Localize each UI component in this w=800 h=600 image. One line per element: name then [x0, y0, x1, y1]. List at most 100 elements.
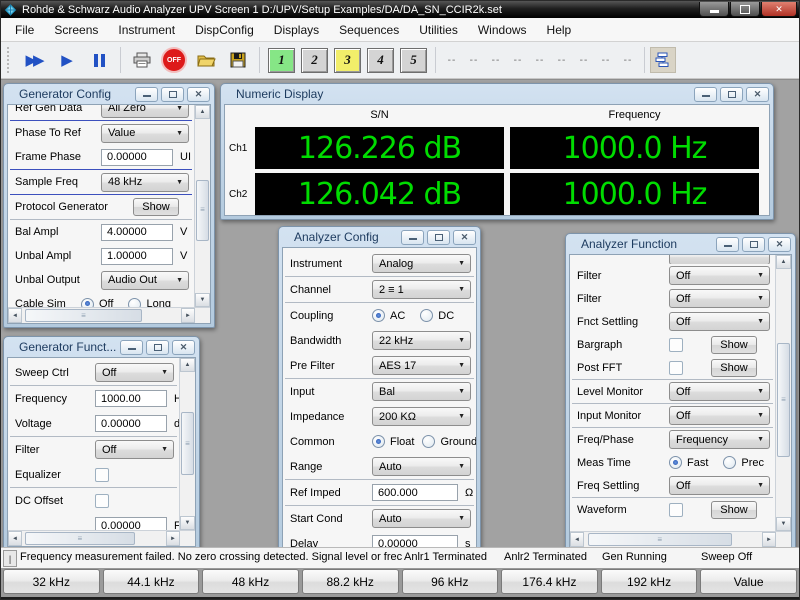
minimize-button[interactable]	[120, 340, 143, 355]
filter-1-dropdown[interactable]: Off ▼	[669, 266, 770, 285]
analyzer-function-titlebar[interactable]: Analyzer Function ✕	[569, 234, 792, 254]
generator-off-button[interactable]: OFF	[160, 47, 188, 73]
menu-utilities[interactable]: Utilities	[409, 20, 468, 40]
menu-displays[interactable]: Displays	[264, 20, 329, 40]
horizontal-scrollbar[interactable]: ◄ ≡ ►	[8, 530, 195, 546]
scroll-track[interactable]: ≡	[584, 532, 762, 547]
softkey-176-4khz[interactable]: 176.4 kHz	[501, 569, 598, 594]
save-setup-button[interactable]	[224, 47, 252, 73]
meas-time-prec-radio[interactable]: Prec	[723, 456, 764, 469]
softkey-44-1khz[interactable]: 44.1 kHz	[103, 569, 200, 594]
partial-dropdown[interactable]	[669, 255, 770, 264]
softkey-48khz[interactable]: 48 kHz	[202, 569, 299, 594]
menu-file[interactable]: File	[5, 20, 44, 40]
softkey-96khz[interactable]: 96 kHz	[402, 569, 499, 594]
screen-5-button[interactable]: 5	[400, 48, 427, 73]
menu-windows[interactable]: Windows	[468, 20, 537, 40]
screen-2-button[interactable]: 2	[301, 48, 328, 73]
status-grip-button[interactable]: |	[3, 550, 17, 567]
print-button[interactable]	[128, 47, 156, 73]
scroll-down-button[interactable]: ▼	[195, 293, 210, 307]
screen-4-button[interactable]: 4	[367, 48, 394, 73]
protocol-generator-show-button[interactable]: Show	[133, 198, 179, 216]
waveform-show-button[interactable]: Show	[711, 501, 757, 519]
scroll-thumb[interactable]: ≡	[25, 309, 141, 322]
app-maximize-button[interactable]	[730, 2, 760, 17]
scroll-track[interactable]: ≡	[195, 119, 210, 293]
scroll-track[interactable]: ≡	[22, 308, 181, 323]
menu-help[interactable]: Help	[537, 20, 582, 40]
impedance-dropdown[interactable]: 200 KΩ ▼	[372, 407, 471, 426]
scroll-track[interactable]: ≡	[22, 531, 166, 546]
delay-input[interactable]: 0.00000	[372, 535, 458, 547]
minimize-button[interactable]	[694, 87, 717, 102]
frequency-input[interactable]: 1000.00	[95, 390, 167, 407]
horizontal-scrollbar[interactable]: ◄ ≡ ►	[570, 531, 791, 547]
minimize-button[interactable]	[135, 87, 158, 102]
coupling-ac-radio[interactable]: AC	[372, 309, 405, 322]
channel-dropdown[interactable]: 2 ≡ 1 ▼	[372, 280, 471, 299]
cable-sim-long-radio[interactable]: Long	[128, 298, 170, 308]
fnct-settling-dropdown[interactable]: Off ▼	[669, 312, 770, 331]
dc-offset-checkbox[interactable]	[95, 494, 109, 508]
scroll-right-button[interactable]: ►	[166, 531, 180, 546]
scroll-left-button[interactable]: ◄	[8, 308, 22, 323]
load-setup-button[interactable]	[192, 47, 220, 73]
freq-phase-dropdown[interactable]: Frequency ▼	[669, 430, 770, 449]
close-button[interactable]: ✕	[453, 230, 476, 245]
softkey-32khz[interactable]: 32 kHz	[3, 569, 100, 594]
post-fft-checkbox[interactable]	[669, 361, 683, 375]
sequence-button[interactable]	[650, 47, 676, 73]
scroll-thumb[interactable]: ≡	[588, 533, 732, 546]
restore-button[interactable]	[146, 340, 169, 355]
bargraph-checkbox[interactable]	[669, 338, 683, 352]
bandwidth-dropdown[interactable]: 22 kHz ▼	[372, 331, 471, 350]
app-minimize-button[interactable]	[699, 2, 729, 17]
sweep-ctrl-dropdown[interactable]: Off ▼	[95, 363, 174, 382]
restore-button[interactable]	[720, 87, 743, 102]
single-start-button[interactable]: ▶	[53, 47, 81, 73]
start-continuous-button[interactable]: ▶▶	[21, 47, 49, 73]
generator-function-titlebar[interactable]: Generator Funct... ✕	[7, 337, 196, 357]
softkey-value[interactable]: Value	[700, 569, 797, 594]
ref-gen-data-dropdown[interactable]: All Zero ▼	[101, 105, 189, 118]
menu-instrument[interactable]: Instrument	[108, 20, 185, 40]
scroll-thumb[interactable]: ≡	[181, 412, 194, 474]
close-button[interactable]: ✕	[746, 87, 769, 102]
start-cond-dropdown[interactable]: Auto ▼	[372, 509, 471, 528]
scroll-right-button[interactable]: ►	[181, 308, 195, 323]
scroll-track[interactable]: ≡	[180, 372, 195, 516]
scroll-thumb[interactable]: ≡	[196, 180, 209, 241]
close-button[interactable]: ✕	[187, 87, 210, 102]
frame-phase-input[interactable]: 0.00000	[101, 149, 173, 166]
common-ground-radio[interactable]: Ground	[422, 435, 476, 448]
level-monitor-dropdown[interactable]: Off ▼	[669, 382, 770, 401]
restore-button[interactable]	[427, 230, 450, 245]
screen-3-button[interactable]: 3	[334, 48, 361, 73]
common-float-radio[interactable]: Float	[372, 435, 414, 448]
close-button[interactable]: ✕	[768, 237, 791, 252]
close-button[interactable]: ✕	[172, 340, 195, 355]
coupling-dc-radio[interactable]: DC	[420, 309, 454, 322]
menu-screens[interactable]: Screens	[44, 20, 108, 40]
vertical-scrollbar[interactable]: ▲ ≡ ▼	[179, 358, 195, 530]
ref-imped-input[interactable]: 600.000	[372, 484, 458, 501]
horizontal-scrollbar[interactable]: ◄ ≡ ►	[8, 307, 210, 323]
stop-continue-button[interactable]	[85, 47, 113, 73]
gen-filter-dropdown[interactable]: Off ▼	[95, 440, 174, 459]
dc-offset-value-input[interactable]: 0.00000	[95, 517, 167, 530]
filter-2-dropdown[interactable]: Off ▼	[669, 289, 770, 308]
scroll-up-button[interactable]: ▲	[180, 358, 195, 372]
scroll-thumb[interactable]: ≡	[777, 343, 790, 457]
unbal-ampl-input[interactable]: 1.00000	[101, 248, 173, 265]
analyzer-config-titlebar[interactable]: Analyzer Config ✕	[282, 227, 477, 247]
menu-sequences[interactable]: Sequences	[329, 20, 409, 40]
vertical-scrollbar[interactable]: ▲ ≡ ▼	[194, 105, 210, 307]
range-dropdown[interactable]: Auto ▼	[372, 457, 471, 476]
cable-sim-off-radio[interactable]: Off	[81, 298, 113, 308]
restore-button[interactable]	[742, 237, 765, 252]
scroll-down-button[interactable]: ▼	[180, 516, 195, 530]
minimize-button[interactable]	[716, 237, 739, 252]
voltage-input[interactable]: 0.00000	[95, 415, 167, 432]
minimize-button[interactable]	[401, 230, 424, 245]
